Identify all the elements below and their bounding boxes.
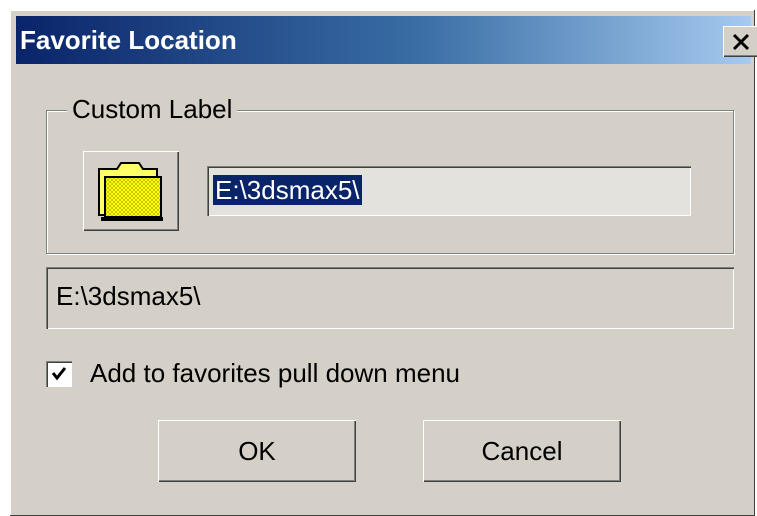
browse-folder-button[interactable]: [83, 151, 179, 231]
favorites-checkbox-label[interactable]: Add to favorites pull down menu: [90, 356, 460, 390]
favorites-checkbox[interactable]: [46, 361, 72, 387]
cancel-button[interactable]: Cancel: [423, 420, 621, 482]
dialog-title: Favorite Location: [20, 25, 237, 55]
favorite-location-dialog: Favorite Location Custom Label E:\3dsmax…: [10, 10, 757, 516]
close-button[interactable]: [723, 26, 757, 57]
folder-icon: [98, 162, 163, 221]
custom-label-group: Custom Label E:\3dsmax5\: [46, 93, 734, 254]
checkmark-icon: [51, 367, 67, 381]
custom-label-value: E:\3dsmax5\: [213, 175, 362, 205]
title-bar[interactable]: Favorite Location: [16, 16, 757, 64]
ok-button[interactable]: OK: [158, 420, 356, 482]
close-icon: [732, 33, 750, 50]
custom-label-input[interactable]: E:\3dsmax5\: [207, 166, 691, 216]
group-label: Custom Label: [67, 93, 238, 125]
path-display-field: E:\3dsmax5\: [46, 267, 734, 329]
